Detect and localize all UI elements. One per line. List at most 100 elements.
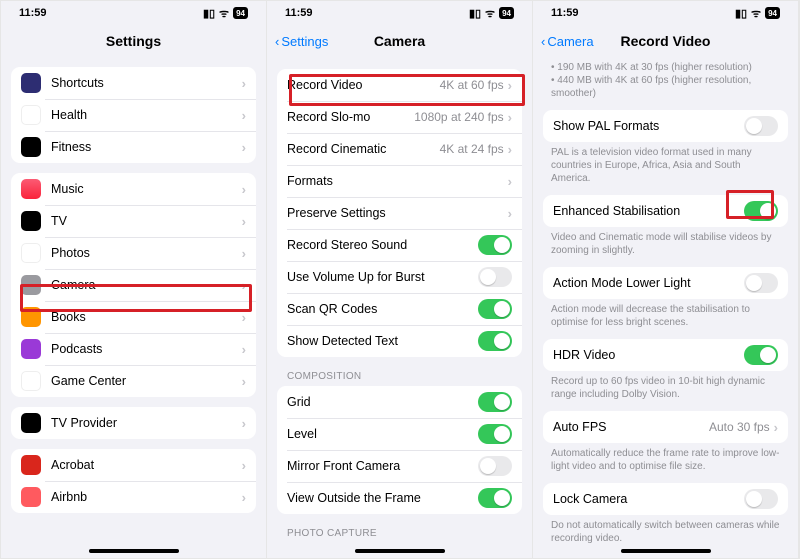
page-title: Camera bbox=[374, 33, 425, 49]
shortcuts-icon bbox=[21, 73, 41, 93]
row-label: Record Cinematic bbox=[287, 142, 440, 156]
row-label: Grid bbox=[287, 395, 478, 409]
volume-up-burst-toggle[interactable] bbox=[478, 267, 512, 287]
row-label: Enhanced Stabilisation bbox=[553, 204, 744, 218]
grid-toggle[interactable] bbox=[478, 392, 512, 412]
row-detail: 4K at 60 fps bbox=[440, 78, 504, 92]
tv-icon bbox=[21, 211, 41, 231]
signal-icon: ▮▯ bbox=[469, 7, 481, 20]
settings-row-camera[interactable]: Camera› bbox=[11, 269, 256, 301]
settings-row-books[interactable]: Books› bbox=[11, 301, 256, 333]
row-enhanced-stabilisation[interactable]: Enhanced Stabilisation bbox=[543, 195, 788, 227]
settings-row-music[interactable]: Music› bbox=[11, 173, 256, 205]
chevron-right-icon: › bbox=[242, 108, 246, 123]
row-label: Music bbox=[51, 182, 242, 196]
row-label: Auto FPS bbox=[553, 420, 709, 434]
row-label: Action Mode Lower Light bbox=[553, 276, 744, 290]
row-view-outside-frame[interactable]: View Outside the Frame bbox=[277, 482, 522, 514]
settings-row-podcasts[interactable]: Podcasts› bbox=[11, 333, 256, 365]
home-indicator bbox=[1, 544, 266, 558]
mirror-front-toggle[interactable] bbox=[478, 456, 512, 476]
music-icon bbox=[21, 179, 41, 199]
gamecenter-icon bbox=[21, 371, 41, 391]
nav-header: ‹Settings Camera bbox=[267, 25, 532, 57]
row-mirror-front[interactable]: Mirror Front Camera bbox=[277, 450, 522, 482]
row-show-detected-text[interactable]: Show Detected Text bbox=[277, 325, 522, 357]
row-label: Formats bbox=[287, 174, 508, 188]
settings-row-airbnb[interactable]: Airbnb› bbox=[11, 481, 256, 513]
row-label: Podcasts bbox=[51, 342, 242, 356]
back-button[interactable]: ‹Camera bbox=[541, 34, 594, 49]
note-lock-camera: Do not automatically switch between came… bbox=[533, 515, 798, 544]
status-bar: 11:59 ▮▯ᯤ94 bbox=[1, 1, 266, 25]
row-label: View Outside the Frame bbox=[287, 491, 478, 505]
row-preserve-settings[interactable]: Preserve Settings› bbox=[277, 197, 522, 229]
row-label: Show Detected Text bbox=[287, 334, 478, 348]
hdr-video-toggle[interactable] bbox=[744, 345, 778, 365]
row-record-slomo[interactable]: Record Slo-mo1080p at 240 fps› bbox=[277, 101, 522, 133]
chevron-right-icon: › bbox=[242, 278, 246, 293]
row-label: Game Center bbox=[51, 374, 242, 388]
status-bar: 11:59 ▮▯ᯤ94 bbox=[267, 1, 532, 25]
row-show-pal[interactable]: Show PAL Formats bbox=[543, 110, 788, 142]
show-detected-text-toggle[interactable] bbox=[478, 331, 512, 351]
chevron-right-icon: › bbox=[242, 182, 246, 197]
record-stereo-sound-toggle[interactable] bbox=[478, 235, 512, 255]
row-grid[interactable]: Grid bbox=[277, 386, 522, 418]
chevron-right-icon: › bbox=[508, 206, 512, 221]
chevron-right-icon: › bbox=[508, 78, 512, 93]
row-label: Fitness bbox=[51, 140, 242, 154]
action-mode-lower-toggle[interactable] bbox=[744, 273, 778, 293]
scan-qr-toggle[interactable] bbox=[478, 299, 512, 319]
chevron-left-icon: ‹ bbox=[275, 34, 279, 49]
settings-row-tvprovider[interactable]: TV Provider› bbox=[11, 407, 256, 439]
row-label: Shortcuts bbox=[51, 76, 242, 90]
podcasts-icon bbox=[21, 339, 41, 359]
settings-row-tv[interactable]: TV› bbox=[11, 205, 256, 237]
books-icon bbox=[21, 307, 41, 327]
row-record-stereo-sound[interactable]: Record Stereo Sound bbox=[277, 229, 522, 261]
signal-icon: ▮▯ bbox=[203, 7, 215, 20]
row-label: TV Provider bbox=[51, 416, 242, 430]
row-action-mode-lower[interactable]: Action Mode Lower Light bbox=[543, 267, 788, 299]
settings-row-acrobat[interactable]: Acrobat› bbox=[11, 449, 256, 481]
row-label: Record Stereo Sound bbox=[287, 238, 478, 252]
row-lock-camera[interactable]: Lock Camera bbox=[543, 483, 788, 515]
settings-row-shortcuts[interactable]: Shortcuts› bbox=[11, 67, 256, 99]
settings-row-photos[interactable]: Photos› bbox=[11, 237, 256, 269]
row-auto-fps[interactable]: Auto FPSAuto 30 fps› bbox=[543, 411, 788, 443]
enhanced-stabilisation-toggle[interactable] bbox=[744, 201, 778, 221]
row-label: Preserve Settings bbox=[287, 206, 508, 220]
row-scan-qr[interactable]: Scan QR Codes bbox=[277, 293, 522, 325]
chevron-right-icon: › bbox=[242, 490, 246, 505]
chevron-right-icon: › bbox=[242, 76, 246, 91]
view-outside-frame-toggle[interactable] bbox=[478, 488, 512, 508]
show-pal-toggle[interactable] bbox=[744, 116, 778, 136]
row-level[interactable]: Level bbox=[277, 418, 522, 450]
row-formats[interactable]: Formats› bbox=[277, 165, 522, 197]
settings-row-gamecenter[interactable]: Game Center› bbox=[11, 365, 256, 397]
row-label: Airbnb bbox=[51, 490, 242, 504]
settings-row-health[interactable]: Health› bbox=[11, 99, 256, 131]
chevron-right-icon: › bbox=[508, 174, 512, 189]
row-volume-up-burst[interactable]: Use Volume Up for Burst bbox=[277, 261, 522, 293]
row-record-cinematic[interactable]: Record Cinematic4K at 24 fps› bbox=[277, 133, 522, 165]
nav-header: ‹Camera Record Video bbox=[533, 25, 798, 57]
settings-row-fitness[interactable]: Fitness› bbox=[11, 131, 256, 163]
level-toggle[interactable] bbox=[478, 424, 512, 444]
estimate-note: • 190 MB with 4K at 30 fps (higher resol… bbox=[533, 57, 798, 100]
row-record-video[interactable]: Record Video4K at 60 fps› bbox=[277, 69, 522, 101]
note-show-pal: PAL is a television video format used in… bbox=[533, 142, 798, 185]
row-label: Photos bbox=[51, 246, 242, 260]
status-bar: 11:59 ▮▯ᯤ94 bbox=[533, 1, 798, 25]
row-hdr-video[interactable]: HDR Video bbox=[543, 339, 788, 371]
home-indicator bbox=[267, 544, 532, 558]
row-label: Level bbox=[287, 427, 478, 441]
lock-camera-toggle[interactable] bbox=[744, 489, 778, 509]
row-label: Camera bbox=[51, 278, 242, 292]
battery-icon: 94 bbox=[499, 7, 514, 19]
note-auto-fps: Automatically reduce the frame rate to i… bbox=[533, 443, 798, 473]
back-button[interactable]: ‹Settings bbox=[275, 34, 328, 49]
note-enhanced-stabilisation: Video and Cinematic mode will stabilise … bbox=[533, 227, 798, 257]
chevron-right-icon: › bbox=[242, 458, 246, 473]
